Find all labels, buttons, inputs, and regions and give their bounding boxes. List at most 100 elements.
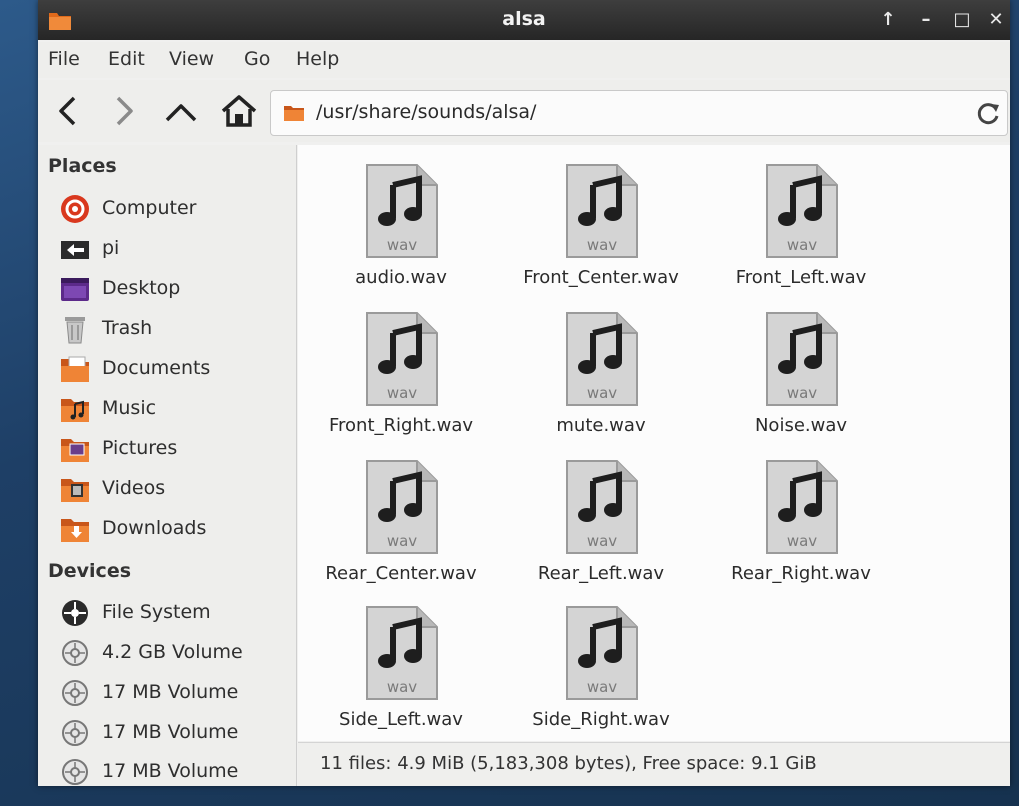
sidebar-item-label: 4.2 GB Volume: [102, 641, 243, 663]
documents-folder-icon: [61, 356, 89, 382]
desktop-icon: [61, 278, 89, 301]
file-item[interactable]: wav Rear_Right.wav: [701, 451, 901, 591]
folder-icon: [284, 106, 304, 121]
menu-edit[interactable]: Edit: [108, 48, 145, 70]
audio-file-icon: wav: [366, 164, 438, 258]
toolbar: /usr/share/sounds/alsa/: [38, 80, 1010, 142]
audio-file-icon: wav: [366, 312, 438, 406]
file-item[interactable]: wav audio.wav: [301, 155, 501, 295]
sidebar-item-computer[interactable]: Computer: [60, 192, 290, 226]
sidebar-item-label: pi: [102, 237, 120, 259]
home-folder-icon: [61, 241, 89, 259]
menu-go[interactable]: Go: [244, 48, 270, 70]
sidebar-item-music[interactable]: Music: [60, 392, 290, 426]
file-item[interactable]: wav Rear_Left.wav: [501, 451, 701, 591]
file-name: Side_Left.wav: [339, 709, 463, 730]
close-button[interactable]: ✕: [984, 8, 1008, 32]
audio-file-icon: wav: [566, 312, 638, 406]
file-type-badge: wav: [587, 532, 617, 550]
title-bar[interactable]: alsa ↑ – □ ✕: [38, 0, 1010, 40]
move-up-button[interactable]: ↑: [876, 8, 900, 32]
trash-icon: [65, 317, 85, 344]
file-item[interactable]: wav mute.wav: [501, 303, 701, 443]
file-name: audio.wav: [355, 267, 447, 288]
sidebar-item-volume[interactable]: 4.2 GB Volume: [60, 636, 290, 670]
file-type-badge: wav: [587, 236, 617, 254]
reload-icon[interactable]: [975, 101, 1001, 127]
devices-heading: Devices: [48, 560, 132, 582]
file-type-badge: wav: [387, 532, 417, 550]
parent-folder-icon[interactable]: [162, 92, 200, 130]
audio-file-icon: wav: [766, 164, 838, 258]
forward-arrow-icon[interactable]: [104, 92, 142, 130]
home-icon[interactable]: [220, 92, 258, 130]
sidebar-item-desktop[interactable]: Desktop: [60, 272, 290, 306]
maximize-button[interactable]: □: [950, 8, 974, 32]
file-name: Rear_Right.wav: [731, 563, 871, 584]
file-name: Rear_Left.wav: [537, 563, 665, 584]
sidebar-item-volume[interactable]: 17 MB Volume: [60, 755, 290, 786]
menu-view[interactable]: View: [169, 48, 214, 70]
audio-file-icon: wav: [766, 460, 838, 554]
volume-icon: [62, 640, 88, 666]
file-item[interactable]: wav Side_Right.wav: [501, 597, 701, 737]
minimize-button[interactable]: –: [914, 8, 938, 32]
sidebar-item-label: Computer: [102, 197, 197, 219]
sidebar-item-videos[interactable]: Videos: [60, 472, 290, 506]
file-name: mute.wav: [556, 415, 646, 436]
sidebar-item-pi[interactable]: pi: [60, 232, 290, 266]
sidebar-item-label: Desktop: [102, 277, 181, 299]
location-path: /usr/share/sounds/alsa/: [316, 101, 537, 123]
sidebar-item-label: 17 MB Volume: [102, 760, 239, 782]
file-item[interactable]: wav Side_Left.wav: [301, 597, 501, 737]
sidebar-item-documents[interactable]: Documents: [60, 352, 290, 386]
sidebar-item-label: Trash: [102, 317, 153, 339]
file-item[interactable]: wav Rear_Center.wav: [301, 451, 501, 591]
sidebar-item-label: 17 MB Volume: [102, 721, 239, 743]
pictures-folder-icon: [61, 439, 89, 462]
file-item[interactable]: wav Front_Left.wav: [701, 155, 901, 295]
sidebar-item-label: 17 MB Volume: [102, 681, 239, 703]
file-item[interactable]: wav Front_Right.wav: [301, 303, 501, 443]
file-type-badge: wav: [787, 384, 817, 402]
sidebar-item-file-system[interactable]: File System: [60, 596, 290, 630]
volume-icon: [62, 680, 88, 706]
file-name: Front_Center.wav: [523, 267, 679, 288]
places-heading: Places: [48, 155, 117, 177]
file-item[interactable]: wav Noise.wav: [701, 303, 901, 443]
file-view[interactable]: wav audio.wav wav Front_Center.wav wav F…: [298, 145, 1010, 741]
sidebar-item-label: Videos: [102, 477, 166, 499]
sidebar-item-downloads[interactable]: Downloads: [60, 512, 290, 546]
menu-help[interactable]: Help: [296, 48, 339, 70]
audio-file-icon: wav: [566, 164, 638, 258]
file-name: Rear_Center.wav: [325, 563, 477, 584]
sidebar-item-volume[interactable]: 17 MB Volume: [60, 716, 290, 750]
file-item[interactable]: wav Front_Center.wav: [501, 155, 701, 295]
sidebar-item-label: Music: [102, 397, 157, 419]
back-arrow-icon[interactable]: [50, 92, 88, 130]
sidebar-item-trash[interactable]: Trash: [60, 312, 290, 346]
file-type-badge: wav: [587, 678, 617, 696]
location-bar[interactable]: /usr/share/sounds/alsa/: [270, 90, 1008, 136]
file-name: Side_Right.wav: [532, 709, 670, 730]
menu-file[interactable]: File: [48, 48, 80, 70]
window-title: alsa: [502, 8, 546, 30]
status-text: 11 files: 4.9 MiB (5,183,308 bytes), Fre…: [320, 753, 817, 774]
volume-icon: [62, 759, 88, 785]
sidebar: Places Computer pi Desktop Trash Documen…: [38, 145, 297, 786]
downloads-folder-icon: [61, 519, 89, 542]
sidebar-item-label: Documents: [102, 357, 211, 379]
sidebar-item-volume[interactable]: 17 MB Volume: [60, 676, 290, 710]
file-type-badge: wav: [387, 678, 417, 696]
volume-icon: [62, 720, 88, 746]
music-folder-icon: [61, 399, 89, 422]
sidebar-item-pictures[interactable]: Pictures: [60, 432, 290, 466]
sidebar-item-label: Downloads: [102, 517, 207, 539]
sidebar-item-label: Pictures: [102, 437, 178, 459]
menu-bar: File Edit View Go Help: [38, 42, 1010, 78]
videos-folder-icon: [61, 479, 89, 502]
file-type-badge: wav: [787, 532, 817, 550]
audio-file-icon: wav: [766, 312, 838, 406]
computer-icon: [61, 195, 89, 223]
file-type-badge: wav: [387, 384, 417, 402]
